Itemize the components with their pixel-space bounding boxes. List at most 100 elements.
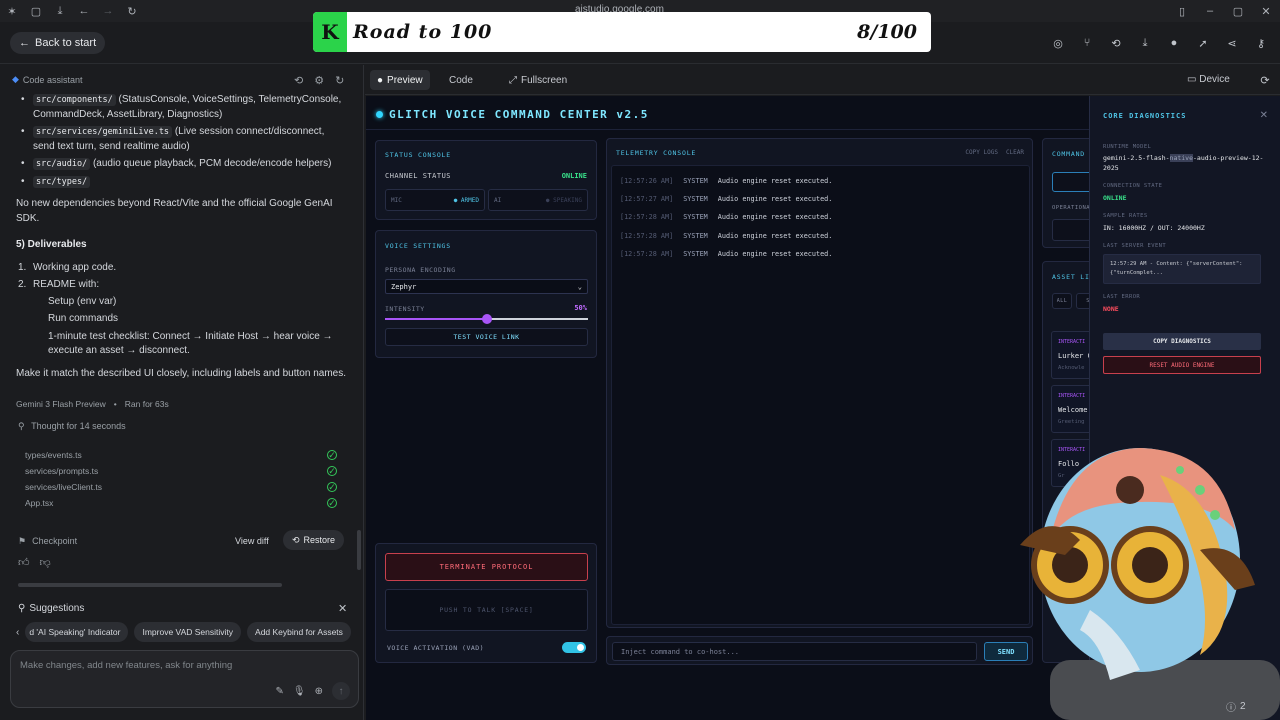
lightbulb-icon: ⚲ (18, 603, 26, 614)
lightbulb-icon: ⚲ (18, 421, 25, 431)
tab-fullscreen[interactable]: ⤢ Fullscreen (502, 70, 574, 90)
suggestion-chip[interactable]: Add Keybind for Assets (247, 622, 351, 642)
notifications-indicator[interactable]: ⓘ 2 (1226, 699, 1246, 714)
thumbs-up-icon[interactable]: 👍︎ (18, 556, 30, 569)
tab-preview[interactable]: ● Preview (370, 70, 430, 90)
slider-thumb[interactable] (481, 314, 492, 324)
command-input-bar: Inject command to co-host... SEND (606, 636, 1033, 665)
app-logo-icon[interactable]: ✶ (0, 0, 24, 22)
close-suggestions-icon[interactable]: ✕ (338, 602, 347, 615)
minimize-icon[interactable]: – (1196, 0, 1224, 22)
prompt-input[interactable]: Make changes, add new features, ask for … (10, 650, 359, 708)
last-error-value: NONE (1103, 305, 1119, 313)
streamer-avatar-overlay (1020, 448, 1280, 720)
add-icon[interactable]: ⊕ (315, 686, 323, 697)
push-to-talk-button[interactable]: PUSH TO TALK [SPACE] (385, 589, 588, 631)
window-controls: ▯ – ▢ ✕ (1168, 0, 1280, 22)
back-arrow-icon[interactable]: ← (72, 0, 96, 22)
log-row: [12:57:26 AM] SYSTEM Audio engine reset ex… (620, 177, 832, 185)
persona-select[interactable]: Zephyr ⌄ (385, 279, 588, 294)
reload-icon[interactable]: ↻ (120, 0, 144, 22)
checkpoint-label: Checkpoint (32, 536, 78, 546)
dot-separator: • (113, 399, 117, 409)
last-error-label: LAST ERROR (1103, 294, 1141, 300)
history-icon[interactable]: ⟲ (1105, 34, 1127, 52)
reset-audio-engine-button[interactable]: RESET AUDIO ENGINE (1103, 356, 1261, 374)
thought-toggle[interactable]: ⚲ Thought for 14 seconds (18, 421, 126, 432)
forward-arrow-icon[interactable]: → (96, 0, 120, 22)
suggestions-header: ⚲ Suggestions (18, 603, 84, 614)
list-number: 2. (18, 279, 27, 290)
key-icon[interactable]: ⚷ (1250, 34, 1272, 52)
voice-settings-panel: VOICE SETTINGS PERSONA ENCODING Zephyr ⌄… (375, 230, 597, 358)
tab-code[interactable]: Code (442, 70, 480, 90)
maximize-icon[interactable]: ▢ (1224, 0, 1252, 22)
split-view-icon[interactable]: ▯ (1168, 0, 1196, 22)
terminate-protocol-button[interactable]: TERMINATE PROTOCOL (385, 553, 588, 581)
asset-subtitle: Acknowle (1058, 365, 1085, 371)
github-icon[interactable]: ● (1163, 34, 1185, 52)
command-input[interactable]: Inject command to co-host... (612, 642, 977, 661)
code-assistant-panel: ◆ Code assistant ⟲ ⚙ ↻ src/components/ (… (0, 65, 364, 720)
clear-logs-button[interactable]: CLEAR (1006, 149, 1024, 156)
close-icon[interactable]: ✕ (1260, 110, 1268, 121)
thought-label: Thought for 14 seconds (31, 421, 126, 431)
slider-fill (385, 318, 487, 320)
app-title-text: GLITCH VOICE COMMAND CENTER v2.5 (389, 108, 649, 121)
magic-wand-icon[interactable]: ✎ (276, 686, 284, 697)
back-to-start-button[interactable]: ← Back to start (10, 32, 106, 54)
download-icon[interactable]: ⤓ (1134, 34, 1156, 52)
suggestion-chip[interactable]: Improve VAD Sensitivity (134, 622, 242, 642)
horizontal-scrollbar[interactable] (18, 583, 282, 587)
file-name: services/prompts.ts (25, 466, 99, 476)
copy-diagnostics-button[interactable]: COPY DIAGNOSTICS (1103, 333, 1261, 350)
file-row[interactable]: services/prompts.ts ✓ (25, 463, 337, 479)
history-icon[interactable]: ⟲ (294, 74, 303, 87)
vad-toggle[interactable] (562, 642, 586, 653)
device-selector[interactable]: ▭ Device (1187, 74, 1230, 85)
chevron-left-icon[interactable]: ‹ (16, 627, 19, 638)
runtime-model-prefix: gemini-2.5-flash- (1103, 154, 1170, 162)
refresh-icon[interactable]: ↻ (335, 74, 344, 87)
channel-status-label: CHANNEL STATUS (385, 172, 452, 180)
api-key-icon[interactable]: ◎ (1047, 34, 1069, 52)
list-item-text: Working app code. (33, 261, 117, 273)
suggestion-chip[interactable]: d 'AI Speaking' Indicator (25, 622, 129, 642)
model-name: Gemini 3 Flash Preview (16, 399, 106, 409)
telemetry-console-panel: TELEMETRY CONSOLE COPY LOGS CLEAR [12:57… (606, 138, 1033, 628)
intensity-slider[interactable] (385, 314, 588, 324)
sample-rates-value: IN: 16000HZ / OUT: 24000HZ (1103, 224, 1205, 232)
vertical-scrollbar[interactable] (357, 530, 361, 570)
copy-logs-button[interactable]: COPY LOGS (965, 149, 998, 156)
banner-logo: K (313, 12, 347, 52)
deploy-rocket-icon[interactable]: ➚ (1192, 34, 1214, 52)
thumbs-down-icon[interactable]: 👎︎ (40, 556, 51, 569)
rotate-icon[interactable]: ⟳ (1254, 71, 1276, 89)
file-row[interactable]: types/events.ts ✓ (25, 447, 337, 463)
check-icon: ✓ (327, 465, 337, 476)
close-window-icon[interactable]: ✕ (1252, 0, 1280, 22)
test-voice-link-button[interactable]: TEST VOICE LINK (385, 328, 588, 346)
filter-all-button[interactable]: ALL (1052, 293, 1072, 309)
file-row[interactable]: App.tsx ✓ (25, 495, 337, 511)
list-item: 2. README with: Setup (env var) Run comma… (16, 278, 346, 359)
ai-status: AI ● SPEAKING (488, 189, 588, 211)
file-row[interactable]: services/liveClient.ts ✓ (25, 479, 337, 495)
share-icon[interactable]: ⋖ (1221, 34, 1243, 52)
branch-icon[interactable]: ⑂ (1076, 34, 1098, 52)
send-arrow-icon[interactable]: ↑ (332, 682, 350, 700)
checkpoint-row: ⚑ Checkpoint View diff ⟲ Restore (18, 530, 344, 552)
view-diff-link[interactable]: View diff (235, 536, 269, 546)
settings-gear-icon[interactable]: ⚙ (314, 74, 324, 87)
log-source: SYSTEM (683, 232, 708, 240)
connection-state-label: CONNECTION STATE (1103, 183, 1163, 189)
microphone-icon[interactable]: 🎙︎ (293, 686, 306, 697)
download-icon[interactable]: ⤓ (48, 0, 72, 22)
avatar-spot (1176, 466, 1184, 474)
chat-message: src/components/ (StatusConsole, VoiceSet… (16, 93, 346, 389)
restore-button[interactable]: ⟲ Restore (282, 530, 344, 550)
mic-label: MIC (391, 196, 402, 204)
sidebar-toggle-icon[interactable]: ▢ (24, 0, 48, 22)
road-to-100-banner: K Road to 100 8/100 (313, 12, 931, 52)
banner-count: 8/100 (857, 21, 917, 43)
